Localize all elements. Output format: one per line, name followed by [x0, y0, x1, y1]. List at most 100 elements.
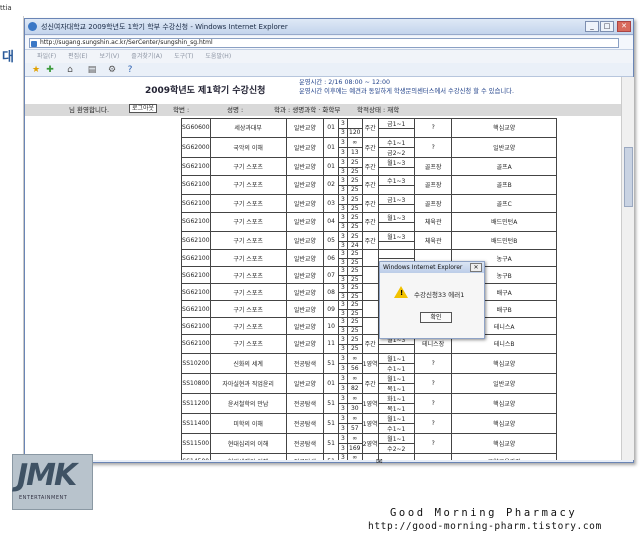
room-cell: ? [413, 372, 453, 394]
table-row[interactable]: SS11400 미학의 이해 전공탐색 51 3 ∞ 1영역 월1~1? 핵심교양 [181, 412, 557, 434]
credit-cell: 3 [337, 212, 348, 223]
time-cell: 금2~2 [377, 146, 415, 158]
enrollment-cell: 25 [346, 166, 363, 176]
address-bar: http://sugang.sungshin.ac.kr/SerCenter/s… [25, 36, 633, 50]
enrollment-cell: 169 [346, 442, 363, 454]
table-row[interactable]: SS11500 현대심리의 이해 전공탐색 51 3 ∞ 2영역 월1~1? 핵심교양 [181, 432, 557, 454]
course-table: SG60600 세상과대부 일반교양 01 3 주간 금1~1? 핵심교양 3 120 SG6200… [181, 118, 557, 460]
menu-edit[interactable]: 편집(E) [68, 53, 88, 60]
scroll-thumb[interactable] [624, 147, 633, 207]
time-cell: 금1~3 [377, 193, 415, 205]
menu-tools[interactable]: 도구(T) [174, 53, 193, 60]
room-cell [413, 452, 453, 460]
minimize-button[interactable]: _ [585, 21, 599, 32]
room-cell: ? [413, 412, 453, 434]
class-number: 01 [323, 372, 339, 394]
dialog-close-button[interactable]: ✕ [470, 263, 482, 272]
course-code: SG62100 [181, 175, 211, 195]
credit-cell: 3 [337, 249, 348, 259]
url-input[interactable]: http://sugang.sungshin.ac.kr/SerCenter/s… [29, 38, 619, 48]
table-row[interactable]: SG62100 구기 스포츠 일반교양 05 3 25 주간 월1~3 체육관 배드민턴B [181, 230, 557, 250]
table-row[interactable]: SG62100 구기 스포츠 일반교양 08 3 25 배구A [181, 283, 557, 301]
area-cell: 교양교육과정 [451, 452, 557, 460]
table-row[interactable]: SS10200 신화의 세계 전공탐색 51 3 ∞ 1영역 월1~1? 핵심교양 [181, 352, 557, 374]
add-favorites-icon[interactable]: ✚ [45, 65, 55, 75]
close-button[interactable]: ✕ [617, 21, 631, 32]
class-number: 51 [323, 412, 339, 434]
enrollment-cell: 56 [346, 362, 363, 374]
enrollment-cell: 25 [346, 249, 363, 259]
page-header: 2009학년도 제1학기 수강신청 운영시간 : 2/16 08:00 ~ 12… [25, 77, 621, 104]
credit-cell: 3 [337, 118, 348, 129]
table-row[interactable]: SG62100 구기 스포츠 일반교양 11 3 25 주간 월1~3 테니스장 테니스B [181, 334, 557, 354]
class-number: 51 [323, 452, 339, 460]
page-content: 2009학년도 제1학기 수강신청 운영시간 : 2/16 08:00 ~ 12… [25, 77, 621, 460]
dialog-title: Windows Internet Explorer [380, 262, 484, 273]
course-name: 국악의 이해 [209, 136, 287, 158]
enrollment-cell: 25 [346, 317, 363, 327]
credit-cell: 3 [337, 402, 348, 414]
home-icon[interactable]: ⌂ [65, 65, 75, 75]
credit-cell: 3 [337, 291, 348, 301]
enrollment-cell: 25 [346, 222, 363, 232]
course-name: 현대세계의 이해 [209, 452, 287, 460]
table-row[interactable]: SG62100 구기 스포츠 일반교양 02 3 25 주간 수1~3 골프장 골프B [181, 175, 557, 195]
menu-favorites[interactable]: 즐겨찾기(A) [131, 53, 162, 60]
enrollment-cell: 25 [346, 291, 363, 301]
credit-cell: 3 [337, 230, 348, 242]
course-code: SG60600 [181, 118, 211, 138]
table-row[interactable]: SG62100 구기 스포츠 일반교양 03 3 25 주간 금1~3 골프장 골프C [181, 193, 557, 213]
table-row[interactable]: SG62100 구기 스포츠 일반교양 04 3 25 주간 월1~3 체육관 배드민턴A [181, 212, 557, 232]
day-cell: 주간 [361, 334, 379, 354]
title-bar[interactable]: 성신여자대학교 2009학년도 1학기 학부 수강신청 - Windows In… [25, 19, 633, 35]
time-cell: 금1~1 [377, 118, 415, 129]
credit-cell: 3 [337, 300, 348, 310]
table-row[interactable]: SG62100 구기 스포츠 일반교양 10 3 25 테니스A [181, 317, 557, 335]
favorites-star-icon[interactable]: ★ [31, 65, 41, 75]
window-title: 성신여자대학교 2009학년도 1학기 학부 수강신청 - Windows In… [41, 23, 288, 31]
enrollment-cell: 25 [346, 203, 363, 213]
time-cell: 월1~3 [377, 156, 415, 168]
student-id-label: 학번 : [173, 106, 190, 114]
maximize-button[interactable]: □ [600, 21, 614, 32]
logo-subtext: ENTERTAINMENT [19, 495, 68, 501]
course-type: 일반교양 [285, 118, 325, 138]
logout-button[interactable]: 로그아웃 [129, 104, 158, 113]
credit-cell: 3 [337, 203, 348, 213]
tools-gear-icon[interactable]: ⚙ [107, 65, 117, 75]
area-cell: 핵심교양 [451, 432, 557, 454]
time-cell: 수1~1 [377, 136, 415, 148]
course-type: 전공탐색 [285, 432, 325, 454]
table-row[interactable]: SG62100 구기 스포츠 일반교양 09 3 25 배구B [181, 300, 557, 318]
help-icon[interactable]: ? [125, 65, 135, 75]
class-number: 01 [323, 156, 339, 176]
table-row[interactable]: SG62100 구기 스포츠 일반교양 07 3 25 농구B [181, 266, 557, 284]
table-row[interactable]: SG62000 국악의 이해 일반교양 01 3 ∞ 주간 수1~1? 일반교양 [181, 136, 557, 158]
dialog-ok-button[interactable]: 확인 [420, 312, 452, 323]
screenshot-frame: ttia 대 성신여자대학교 2009학년도 1학기 학부 수강신청 - Win… [0, 0, 640, 539]
menu-view[interactable]: 보기(V) [100, 53, 120, 60]
table-row[interactable]: SS10800 자아실현과 직업윤리 일반교양 01 3 ∞ 주간 월1~1? 일반교양 [181, 372, 557, 394]
time-cell: 수1~1 [377, 422, 415, 434]
table-row[interactable]: SG62100 구기 스포츠 일반교양 06 3 25 농구A [181, 249, 557, 267]
menu-help[interactable]: 도움말(H) [205, 53, 231, 60]
credit-cell: 3 [337, 325, 348, 335]
table-row[interactable]: SG60600 세상과대부 일반교양 01 3 주간 금1~1? 핵심교양 [181, 118, 557, 138]
credit-cell: 3 [337, 274, 348, 284]
page-menu-icon[interactable]: ▤ [87, 65, 97, 75]
table-row[interactable]: SS14500현대세계의 이해전공탐색513∞ 교양교육과정 [181, 452, 557, 460]
class-number: 08 [323, 283, 339, 301]
class-number: 06 [323, 249, 339, 267]
course-type: 일반교양 [285, 136, 325, 158]
vertical-scrollbar[interactable] [621, 77, 634, 460]
enrollment-cell: 25 [346, 344, 363, 354]
table-row[interactable]: SS11200 윤서철학의 만남 전공탐색 51 3 ∞ 1영역 화1~1? 핵심교양 [181, 392, 557, 414]
status-label: 학적상태 : 재학 [357, 106, 400, 114]
time-cell: 화1~1 [377, 392, 415, 404]
background-window-strip: ttia 대 [0, 4, 24, 456]
time-cell [377, 452, 415, 460]
credit-cell: 3 [337, 452, 348, 460]
room-cell: 체육관 [413, 212, 453, 232]
menu-file[interactable]: 파일(F) [37, 53, 56, 60]
table-row[interactable]: SG62100 구기 스포츠 일반교양 01 3 25 주간 월1~3 골프장 골프A [181, 156, 557, 176]
